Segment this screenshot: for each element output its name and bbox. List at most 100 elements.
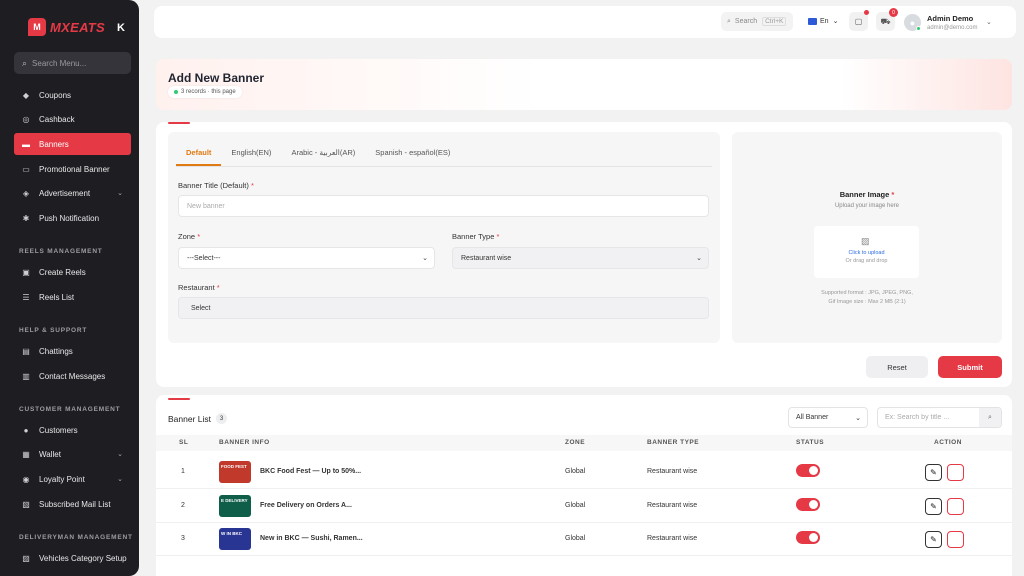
sidebar-item-cashback[interactable]: ◎ Cashback — [14, 108, 131, 130]
admin-name[interactable]: Admin Demo — [927, 14, 973, 23]
sidebar-item-label: Advertisement — [39, 188, 91, 198]
sidebar-item-loyalty-point[interactable]: ◉ Loyalty Point ⌄ — [14, 468, 131, 490]
delete-button[interactable] — [947, 498, 964, 515]
flag-icon — [808, 17, 817, 25]
messages-button[interactable]: ▢ — [849, 10, 869, 31]
column-zone: ZONE — [565, 439, 586, 446]
tab-english[interactable]: English(EN) — [221, 144, 281, 166]
tab-spanish[interactable]: Spanish - español(ES) — [365, 144, 460, 166]
status-toggle[interactable] — [796, 464, 820, 477]
sidebar-item-label: Promotional Banner — [39, 164, 110, 174]
cart-button[interactable]: ⛟ 0 — [876, 8, 898, 31]
banner-filter-select[interactable]: All Banner ⌄ — [788, 407, 868, 428]
banner-title[interactable]: New in BKC — Sushi, Ramen... — [260, 535, 363, 542]
delete-button[interactable] — [947, 464, 964, 481]
status-toggle[interactable] — [796, 531, 820, 544]
records-badge: 3 records · this page — [168, 86, 242, 98]
sidebar-item-subscribed-mail-list[interactable]: ▧ Subscribed Mail List — [14, 493, 131, 515]
section-customer-management: CUSTOMER MANAGEMENT — [19, 406, 121, 413]
tab-arabic[interactable]: Arabic - العربية(AR) — [281, 144, 365, 166]
required-mark: * — [496, 232, 500, 241]
search-icon[interactable]: ⌕ — [979, 408, 1001, 427]
brand[interactable]: M MXEATS — [28, 18, 105, 36]
banner-title-input[interactable]: New banner — [178, 195, 709, 217]
banner-zone: Global — [565, 502, 586, 509]
sidebar-item-coupons[interactable]: ◆ Coupons — [14, 84, 131, 106]
sidebar-item-vehicles-category-setup[interactable]: ▨ Vehicles Category Setup — [14, 547, 131, 569]
banner-thumbnail: FOOD FEST — [219, 461, 251, 483]
table-header: SL BANNER INFO ZONE BANNER TYPE STATUS A… — [156, 435, 1012, 451]
row-sl: 2 — [181, 502, 185, 509]
edit-button[interactable]: ✎ — [925, 531, 942, 548]
records-label: 3 records · this page — [181, 89, 236, 95]
chevron-down-icon: ⌄ — [855, 414, 861, 422]
restaurant-select[interactable]: Select — [178, 297, 709, 319]
banner-type-label-text: Banner Type — [452, 232, 495, 241]
banner-image-title: Banner Image * — [732, 190, 1002, 199]
image-upload-dropzone[interactable]: ▨ Click to upload Or drag and drop — [814, 226, 919, 278]
top-search-button[interactable]: ⌕ Search Ctrl+K — [721, 12, 793, 31]
topbar: ⌕ Search Ctrl+K En ⌄ ▢ ⛟ 0 ● Admin Demo … — [154, 6, 1016, 38]
bell-icon: ✱ — [22, 213, 30, 223]
banner-type: Restaurant wise — [647, 468, 698, 475]
collapse-sidebar-button[interactable]: K — [117, 22, 125, 34]
megaphone-icon: ◈ — [22, 188, 30, 198]
sidebar-item-push-notification[interactable]: ✱ Push Notification — [14, 207, 131, 229]
table-row: 2 E DELIVERY Free Delivery on Orders A..… — [156, 490, 1012, 523]
delete-button[interactable] — [947, 531, 964, 548]
banner-search: ⌕ — [877, 407, 1002, 428]
sidebar-item-promotional-banner[interactable]: ▭ Promotional Banner — [14, 158, 131, 180]
language-selector[interactable]: En ⌄ — [808, 17, 838, 25]
chevron-down-icon: ⌄ — [832, 18, 839, 25]
page-title: Add New Banner — [168, 71, 265, 85]
reset-button[interactable]: Reset — [866, 356, 928, 378]
sidebar-item-chattings[interactable]: ▤ Chattings — [14, 340, 131, 362]
click-to-upload-text[interactable]: Click to upload — [814, 250, 919, 256]
sidebar-search[interactable]: ⌕ — [14, 52, 131, 74]
tabs-divider — [176, 166, 712, 167]
status-toggle[interactable] — [796, 498, 820, 511]
banner-count-badge: 3 — [216, 413, 227, 424]
sidebar-item-banners[interactable]: ▬ Banners — [14, 133, 131, 155]
chat-icon: ▤ — [22, 346, 30, 356]
edit-button[interactable]: ✎ — [925, 498, 942, 515]
sidebar-item-reels-list[interactable]: ☰ Reels List — [14, 286, 131, 308]
banner-filter-value: All Banner — [796, 414, 829, 421]
chevron-down-icon: ⌄ — [117, 476, 123, 483]
user-icon: ● — [23, 425, 29, 435]
banner-title[interactable]: BKC Food Fest — Up to 50%... — [260, 468, 361, 475]
banner-title[interactable]: Free Delivery on Orders A... — [260, 502, 352, 509]
required-mark: * — [250, 181, 254, 190]
banner-thumbnail-text: E DELIVERY — [221, 498, 248, 503]
table-row: 3 W IN BKC New in BKC — Sushi, Ramen... … — [156, 523, 1012, 556]
edit-button[interactable]: ✎ — [925, 464, 942, 481]
chevron-down-icon[interactable]: ⌄ — [986, 18, 992, 26]
sidebar-item-label: Coupons — [39, 90, 72, 100]
avatar[interactable]: ● — [904, 14, 921, 31]
toggle-knob — [809, 533, 818, 542]
restaurant-label: Restaurant * — [178, 283, 220, 292]
banner-search-input[interactable] — [878, 414, 978, 421]
sidebar-item-wallet[interactable]: ▦ Wallet ⌄ — [14, 443, 131, 465]
sidebar-item-label: Banners — [39, 139, 69, 149]
banner-type-value: Restaurant wise — [461, 254, 512, 262]
banner-zone: Global — [565, 535, 586, 542]
admin-email: admin@demo.com — [927, 25, 978, 31]
banner-zone: Global — [565, 468, 586, 475]
sidebar-item-contact-messages[interactable]: ▥ Contact Messages — [14, 365, 131, 387]
banner-type-select[interactable]: Restaurant wise ⌄ — [452, 247, 709, 269]
sidebar-item-label: Cashback — [39, 114, 75, 124]
cart-count-badge: 0 — [889, 8, 898, 17]
notification-dot — [864, 10, 869, 15]
sidebar-item-advertisement[interactable]: ◈ Advertisement ⌄ — [14, 182, 131, 204]
sidebar-item-customers[interactable]: ● Customers — [14, 419, 131, 441]
sidebar-search-input[interactable] — [32, 58, 123, 68]
tab-default[interactable]: Default — [176, 144, 222, 166]
chat-icon: ▢ — [854, 17, 863, 26]
zone-select[interactable]: ---Select--- ⌄ — [178, 247, 435, 269]
drag-drop-text: Or drag and drop — [845, 258, 888, 264]
chevron-down-icon: ⌄ — [117, 451, 123, 458]
column-banner-type: BANNER TYPE — [647, 439, 700, 446]
submit-button[interactable]: Submit — [938, 356, 1002, 378]
sidebar-item-create-reels[interactable]: ▣ Create Reels — [14, 261, 131, 283]
